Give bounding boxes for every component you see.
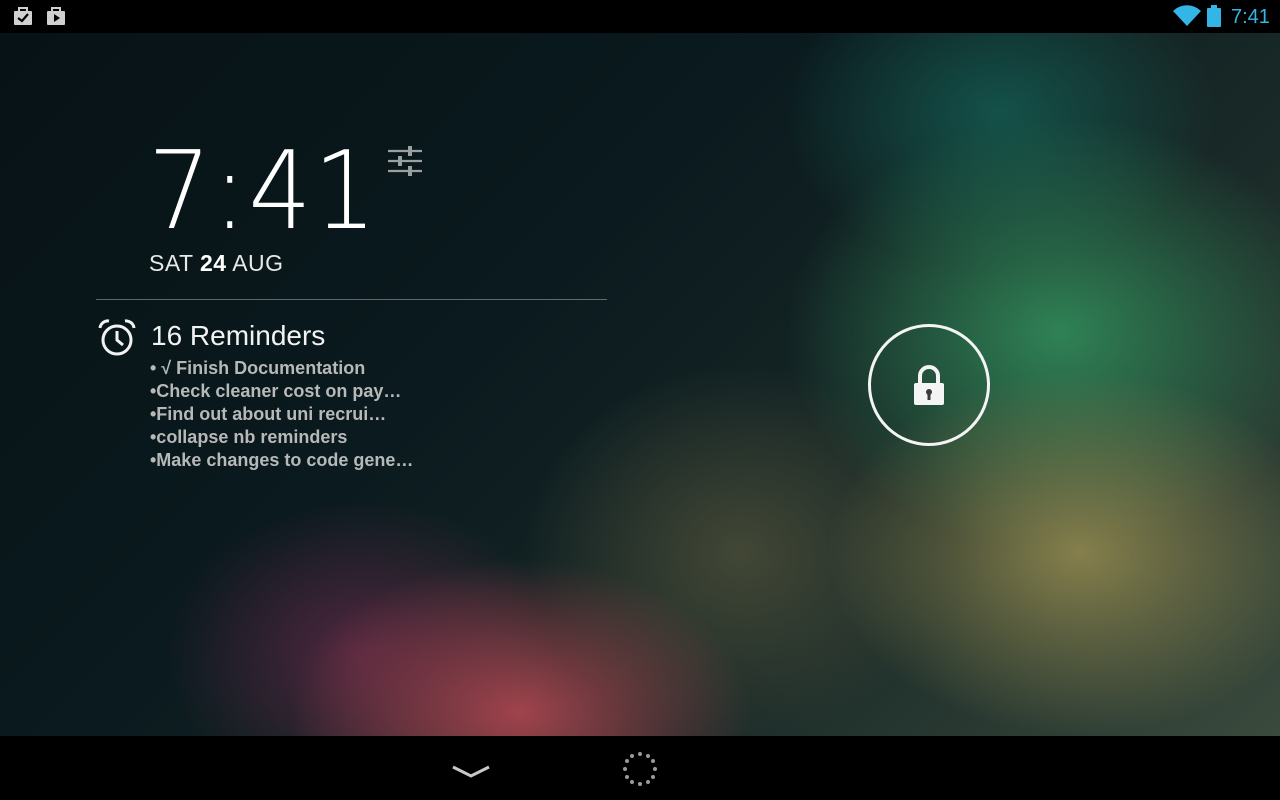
reminders-title[interactable]: 16 Reminders <box>151 320 325 352</box>
alarm-clock-icon <box>97 318 137 363</box>
wifi-icon <box>1173 5 1201 32</box>
widget-settings-icon[interactable] <box>386 143 424 186</box>
date-month: AUG <box>232 250 284 276</box>
reminder-item[interactable]: • √ Finish Documentation <box>150 357 413 380</box>
task-check-icon <box>12 6 34 31</box>
lockscreen-date: SAT 24 AUG <box>149 250 284 277</box>
play-store-icon <box>45 6 67 31</box>
navigation-bar <box>0 736 1280 800</box>
date-number: 24 <box>200 250 227 276</box>
reminder-item[interactable]: •Find out about uni recrui… <box>150 403 413 426</box>
reminder-item[interactable]: •Make changes to code gene… <box>150 449 413 472</box>
status-time: 7:41 <box>1231 6 1270 28</box>
date-day: SAT <box>149 250 194 276</box>
lockscreen-clock: 7:41 <box>148 129 379 254</box>
chevron-down-icon[interactable] <box>451 764 491 785</box>
status-bar: 7:41 <box>0 0 1280 33</box>
battery-icon <box>1207 5 1221 32</box>
loading-spinner-icon[interactable] <box>622 751 658 792</box>
reminders-list: • √ Finish Documentation •Check cleaner … <box>150 357 413 472</box>
widget-divider <box>96 299 607 300</box>
reminder-item[interactable]: •collapse nb reminders <box>150 426 413 449</box>
lock-icon <box>912 365 946 412</box>
reminder-item[interactable]: •Check cleaner cost on pay… <box>150 380 413 403</box>
